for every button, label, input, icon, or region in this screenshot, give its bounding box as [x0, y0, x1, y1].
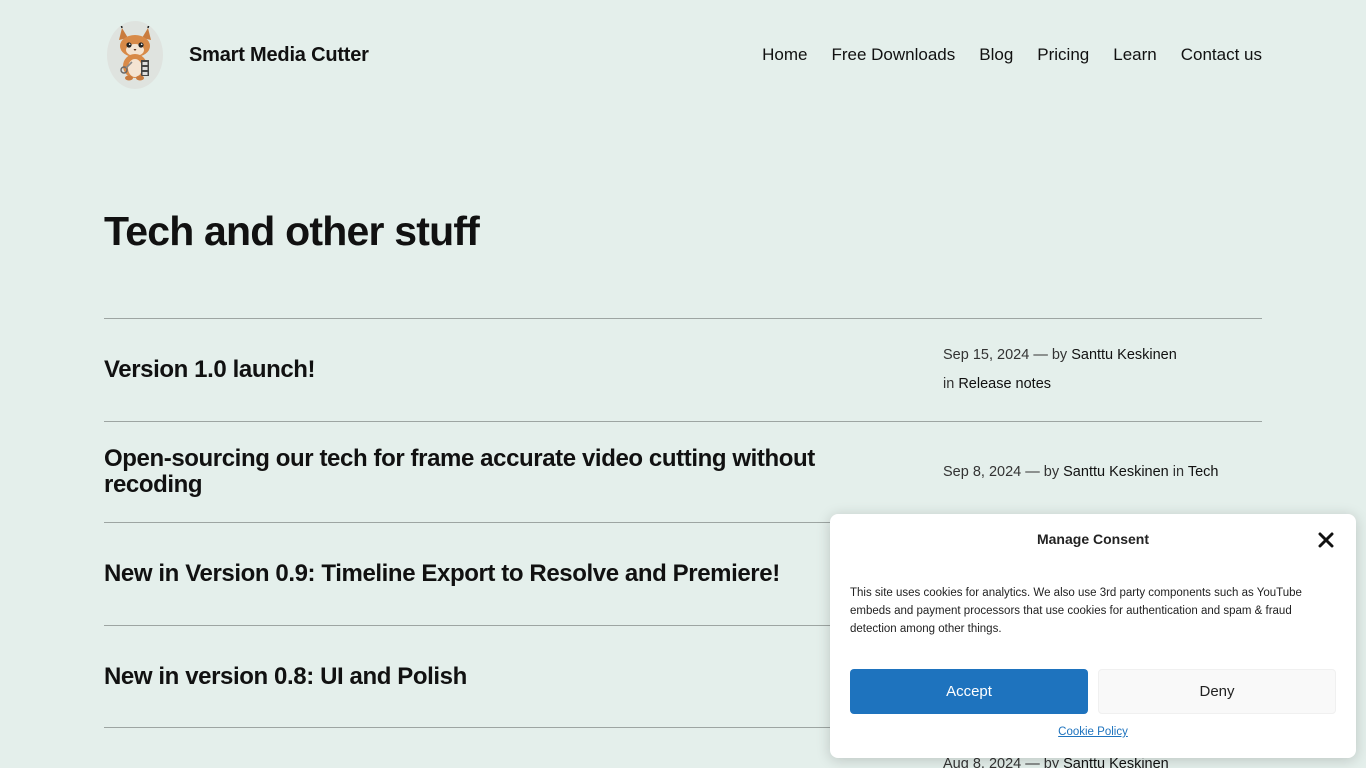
post-title[interactable]: Version 1.0 launch!: [104, 357, 864, 383]
by-label: by: [1051, 347, 1068, 363]
post-author[interactable]: Santtu Keskinen: [1063, 464, 1169, 480]
post-author[interactable]: Santtu Keskinen: [1071, 347, 1177, 363]
cookie-policy-link[interactable]: Cookie Policy: [830, 726, 1356, 738]
cookie-consent-dialog: Manage Consent This site uses cookies fo…: [830, 514, 1356, 758]
site-title[interactable]: Smart Media Cutter: [189, 44, 369, 67]
deny-button[interactable]: Deny: [1098, 669, 1336, 714]
post-title[interactable]: New in Version 0.9: Timeline Export to R…: [104, 561, 904, 587]
nav-learn[interactable]: Learn: [1113, 45, 1156, 65]
post-meta: Sep 15, 2024 — by Santtu Keskinen in Rel…: [943, 341, 1262, 399]
post-item: Open-sourcing our tech for frame accurat…: [104, 421, 1262, 522]
post-item: Version 1.0 launch! Sep 15, 2024 — by Sa…: [104, 318, 1262, 421]
nav-contact-us[interactable]: Contact us: [1181, 45, 1262, 65]
by-label: by: [1043, 463, 1060, 480]
post-category[interactable]: Release notes: [958, 376, 1051, 392]
post-date: Sep 8, 2024: [943, 463, 1022, 480]
meta-separator: —: [1025, 463, 1040, 480]
nav-pricing[interactable]: Pricing: [1037, 45, 1089, 65]
close-icon[interactable]: [1316, 530, 1336, 550]
nav-home[interactable]: Home: [762, 45, 807, 65]
in-label: in: [943, 376, 955, 392]
post-meta: Sep 8, 2024 — by Santtu Keskinen in Tech: [943, 458, 1262, 487]
post-category[interactable]: Tech: [1188, 464, 1219, 480]
nav-free-downloads[interactable]: Free Downloads: [831, 45, 955, 65]
brand[interactable]: Smart Media Cutter: [104, 21, 369, 89]
accept-button[interactable]: Accept: [850, 669, 1088, 714]
site-header: Smart Media Cutter Home Free Downloads B…: [104, 20, 1262, 90]
consent-text: This site uses cookies for analytics. We…: [850, 587, 1302, 635]
post-title[interactable]: New in version 0.8: UI and Polish: [104, 663, 864, 690]
post-title[interactable]: Open-sourcing our tech for frame accurat…: [104, 446, 864, 498]
post-date: Sep 15, 2024: [943, 347, 1030, 363]
main-nav: Home Free Downloads Blog Pricing Learn C…: [738, 45, 1262, 65]
nav-blog[interactable]: Blog: [979, 45, 1013, 65]
in-label: in: [1172, 463, 1185, 480]
lynx-mascot-icon[interactable]: [107, 21, 163, 89]
page-title: Tech and other stuff: [104, 208, 480, 254]
consent-title: Manage Consent: [1036, 531, 1149, 547]
meta-separator: —: [1033, 347, 1048, 363]
